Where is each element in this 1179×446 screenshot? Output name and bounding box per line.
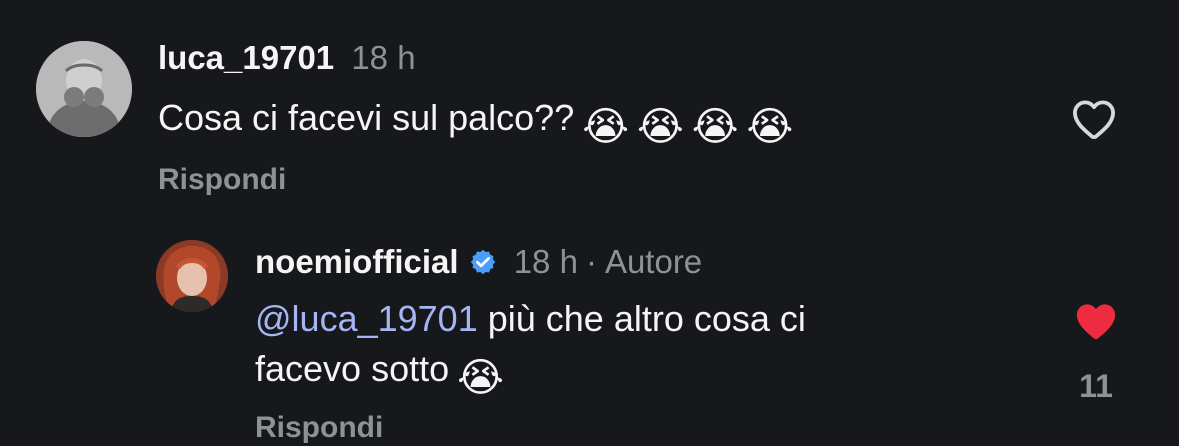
author-badge: Autore xyxy=(604,243,703,280)
heart-filled-icon xyxy=(1076,304,1116,340)
comment-header: noemiofficial 18 h · Autore xyxy=(255,242,702,282)
avatar[interactable] xyxy=(156,240,228,312)
like-button[interactable] xyxy=(1071,298,1121,344)
comment-body-line2: facevo sotto xyxy=(255,348,450,389)
emoji-group: 😭 😭 😭 😭 xyxy=(574,102,793,153)
comment-body-line1: più che altro cosa ci xyxy=(487,298,806,339)
emoji-group: 😭 xyxy=(449,353,504,404)
timestamp: 18 h xyxy=(351,39,416,76)
reply-button[interactable]: Rispondi xyxy=(255,410,383,446)
avatar[interactable] xyxy=(36,41,132,137)
comment-header: luca_19701 18 h xyxy=(158,38,416,78)
crying-emoji: 😭 xyxy=(636,105,684,149)
comment-text: Cosa ci facevi sul palco?? 😭 😭 😭 😭 xyxy=(158,93,793,153)
reply-button[interactable]: Rispondi xyxy=(158,162,286,198)
timestamp: 18 h xyxy=(513,243,578,280)
username[interactable]: noemiofficial xyxy=(255,243,459,280)
comment-text: @luca_19701 più che altro cosa ci facevo… xyxy=(255,294,806,404)
crying-emoji: 😭 xyxy=(582,105,629,149)
crying-emoji: 😭 xyxy=(746,105,794,149)
like-button[interactable] xyxy=(1069,96,1119,142)
heart-outline-icon xyxy=(1072,100,1115,140)
like-count: 11 xyxy=(1079,368,1113,404)
crying-emoji: 😭 xyxy=(691,105,739,149)
verified-badge-icon xyxy=(469,245,497,275)
comment-item: luca_19701 18 h Cosa ci facevi sul palco… xyxy=(0,0,1179,220)
separator: · xyxy=(585,243,597,280)
reply-item: noemiofficial 18 h · Autore @luca_19701 pi… xyxy=(0,220,1179,444)
mention-link[interactable]: @luca_19701 xyxy=(255,298,478,339)
comment-body: Cosa ci facevi sul palco?? xyxy=(158,97,575,138)
username[interactable]: luca_19701 xyxy=(158,39,334,76)
crying-emoji: 😭 xyxy=(457,356,504,400)
